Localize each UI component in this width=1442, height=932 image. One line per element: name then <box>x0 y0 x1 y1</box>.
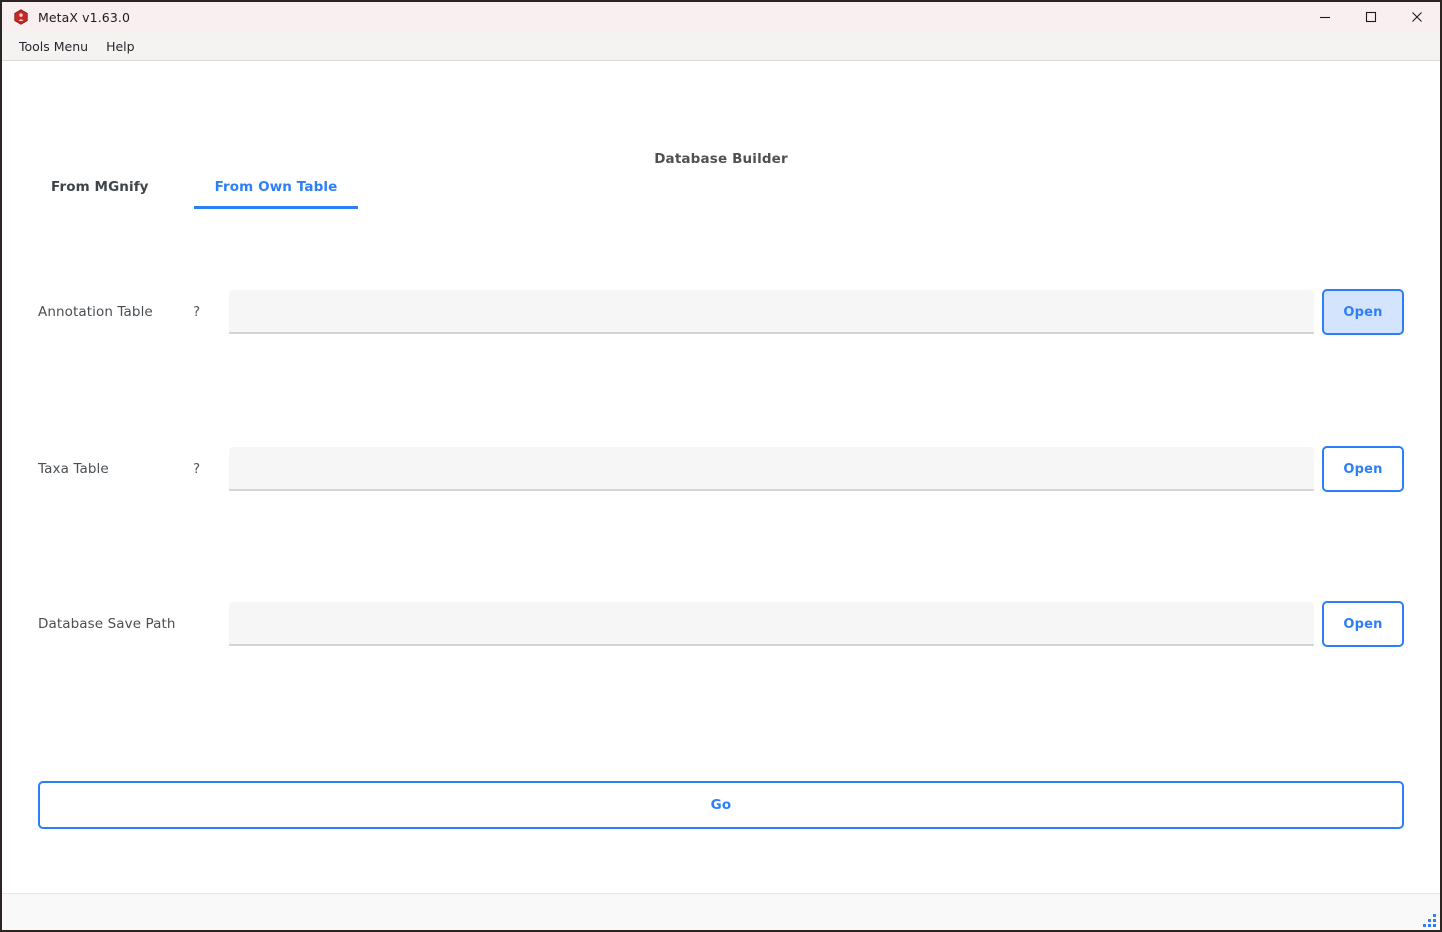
label-database-save-path: Database Save Path <box>38 616 176 632</box>
help-icon-taxa-table[interactable]: ? <box>193 461 229 477</box>
resize-grip-icon[interactable] <box>1418 909 1436 927</box>
main-content: Database Builder From MGnify From Own Ta… <box>2 61 1440 893</box>
label-taxa-table: Taxa Table <box>38 461 109 477</box>
application-window: MetaX v1.63.0 Tools Menu Help Database B… <box>0 0 1442 932</box>
window-title: MetaX v1.63.0 <box>38 9 131 25</box>
window-controls <box>1302 2 1440 32</box>
title-bar: MetaX v1.63.0 <box>2 2 1440 32</box>
status-bar <box>2 893 1440 930</box>
maximize-icon[interactable] <box>1348 2 1394 32</box>
annotation-table-open-button[interactable]: Open <box>1322 289 1404 335</box>
tab-from-own-table[interactable]: From Own Table <box>193 179 359 209</box>
form-row-database-save-path: Database Save Path Open <box>38 601 1404 647</box>
metax-hexagon-icon <box>13 9 29 25</box>
page-title: Database Builder <box>654 151 788 167</box>
database-save-path-open-button[interactable]: Open <box>1322 601 1404 647</box>
tab-bar: From MGnify From Own Table <box>38 179 359 209</box>
annotation-table-input[interactable] <box>229 290 1314 334</box>
taxa-table-open-button[interactable]: Open <box>1322 446 1404 492</box>
minimize-icon[interactable] <box>1302 2 1348 32</box>
help-icon-annotation-table[interactable]: ? <box>193 304 229 320</box>
tab-from-mgnify[interactable]: From MGnify <box>38 179 162 209</box>
form-row-taxa-table: Taxa Table ? Open <box>38 446 1404 492</box>
taxa-table-input[interactable] <box>229 447 1314 491</box>
label-annotation-table: Annotation Table <box>38 304 153 320</box>
menu-bar: Tools Menu Help <box>2 32 1440 61</box>
form-row-annotation-table: Annotation Table ? Open <box>38 289 1404 335</box>
menu-item-help[interactable]: Help <box>97 36 144 57</box>
close-icon[interactable] <box>1394 2 1440 32</box>
database-save-path-input[interactable] <box>229 602 1314 646</box>
go-button[interactable]: Go <box>38 781 1404 829</box>
menu-item-tools-menu[interactable]: Tools Menu <box>10 36 97 57</box>
